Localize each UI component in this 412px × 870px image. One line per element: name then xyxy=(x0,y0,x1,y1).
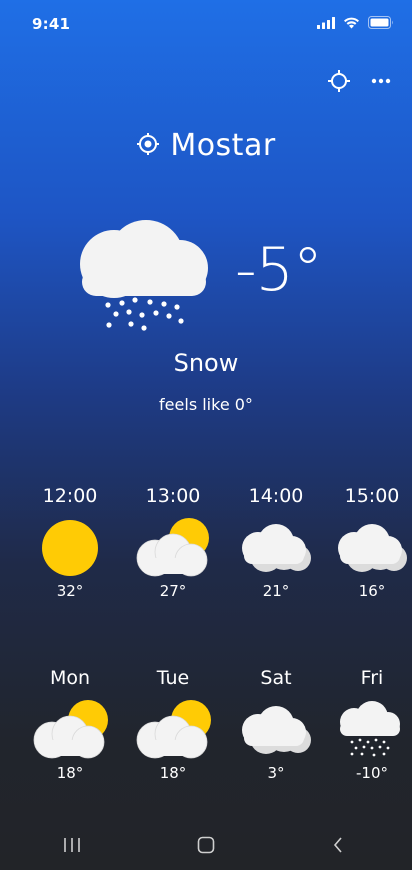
snow-cloud-icon xyxy=(340,701,400,757)
partly-cloudy-icon xyxy=(136,518,209,577)
navigation-bar xyxy=(0,820,412,870)
daily-forecast: Mon 18° Tue 18° Sat 3° Fri -10° xyxy=(0,666,412,796)
cloudy-icon xyxy=(242,524,311,572)
partly-cloudy-icon xyxy=(136,700,211,759)
snow-cloud-icon xyxy=(78,218,210,334)
daily-item[interactable]: Tue 18° xyxy=(133,666,213,782)
daily-temp: -10° xyxy=(356,764,388,782)
hourly-item[interactable]: 14:00 21° xyxy=(236,484,316,600)
hourly-time: 13:00 xyxy=(145,485,201,507)
hourly-temp: 21° xyxy=(262,582,290,600)
current-temperature: -5° xyxy=(235,235,323,305)
home-icon[interactable] xyxy=(186,832,226,858)
daily-item[interactable]: Fri -10° xyxy=(332,666,412,782)
daily-day: Fri xyxy=(360,667,384,689)
hourly-temp: 32° xyxy=(56,582,84,600)
feels-like: feels like 0° xyxy=(159,395,253,414)
partly-cloudy-icon xyxy=(33,700,108,759)
daily-temp: 18° xyxy=(159,764,187,782)
locate-icon[interactable] xyxy=(326,68,352,94)
battery-icon xyxy=(368,14,394,33)
daily-day: Sat xyxy=(260,667,292,689)
status-time: 9:41 xyxy=(32,15,71,33)
weather-screen: 9:41 Mostar -5° Snow feels like 0° 12:00… xyxy=(0,0,412,870)
sunny-icon xyxy=(42,520,98,576)
weather-condition: Snow xyxy=(173,349,239,377)
hourly-item[interactable]: 15:00 16° xyxy=(332,484,412,600)
location[interactable]: Mostar xyxy=(0,128,412,163)
daily-item[interactable]: Mon 18° xyxy=(30,666,110,782)
status-icons xyxy=(317,14,394,33)
daily-item[interactable]: Sat 3° xyxy=(236,666,316,782)
hourly-item[interactable]: 13:00 27° xyxy=(133,484,213,600)
hourly-time: 12:00 xyxy=(42,485,98,507)
header-actions xyxy=(326,68,394,94)
hourly-temp: 27° xyxy=(159,582,187,600)
cloudy-icon xyxy=(242,706,311,754)
cloudy-icon xyxy=(338,524,407,572)
daily-day: Tue xyxy=(156,667,190,689)
hourly-time: 14:00 xyxy=(248,485,304,507)
hourly-temp: 16° xyxy=(358,582,386,600)
cellular-signal-icon xyxy=(317,14,335,33)
hourly-forecast: 12:00 32° 13:00 27° 14:00 21° 15:00 16° xyxy=(0,484,412,614)
daily-temp: 3° xyxy=(267,764,285,782)
hourly-time: 15:00 xyxy=(344,485,400,507)
location-name: Mostar xyxy=(170,128,276,163)
more-options-icon[interactable] xyxy=(368,68,394,94)
daily-temp: 18° xyxy=(56,764,84,782)
back-icon[interactable] xyxy=(318,832,358,858)
status-bar: 9:41 xyxy=(0,0,412,48)
hourly-item[interactable]: 12:00 32° xyxy=(30,484,110,600)
recent-apps-icon[interactable] xyxy=(52,832,92,858)
location-pin-icon xyxy=(136,132,160,160)
daily-day: Mon xyxy=(49,667,91,689)
wifi-icon xyxy=(343,14,360,33)
